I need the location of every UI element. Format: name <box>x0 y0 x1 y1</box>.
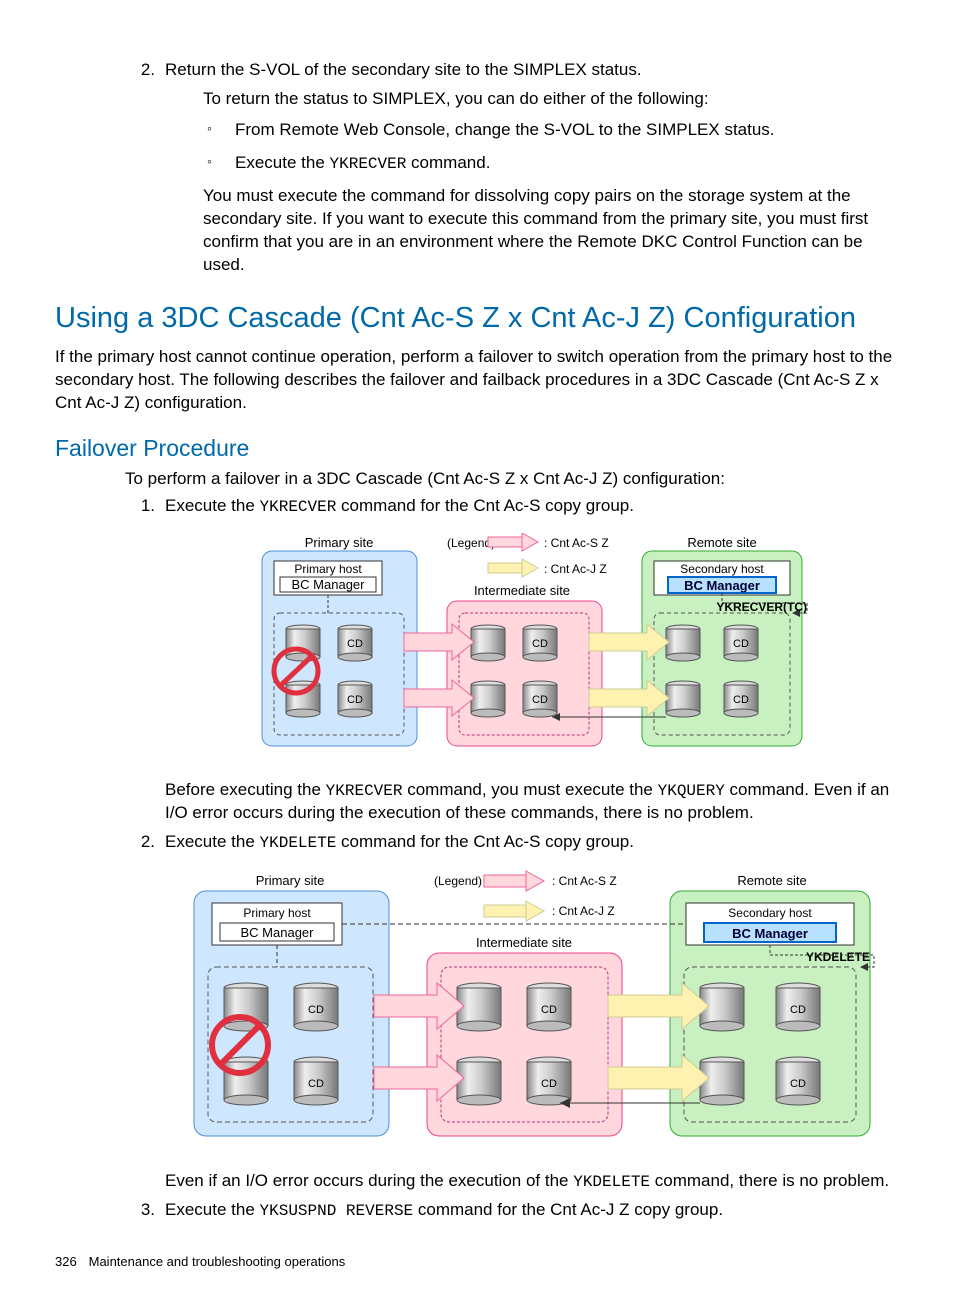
aa-c1: YKRECVER <box>326 782 403 800</box>
prev-step-2: 2. Return the S-VOL of the secondary sit… <box>125 59 899 277</box>
d2-sec-host: Secondary host <box>728 906 812 920</box>
proc-intro: To perform a failover in a 3DC Cascade (… <box>125 468 899 491</box>
aa-a: Before executing the <box>165 780 326 799</box>
d1-remote-site: Remote site <box>687 535 756 550</box>
after-step1: Before executing the YKRECVER command, y… <box>165 779 899 826</box>
subsection-heading: Failover Procedure <box>55 433 899 464</box>
d2-cmd: YKDELETE <box>806 950 870 964</box>
sa-cmd: YKRECVER <box>260 498 337 516</box>
svg-text:CD: CD <box>541 1078 557 1090</box>
d1-bc1: BC Manager <box>292 577 366 592</box>
sa-a: Execute the <box>165 496 260 515</box>
aa-c2: YKQUERY <box>658 782 725 800</box>
page-footer: 326 Maintenance and troubleshooting oper… <box>55 1253 899 1271</box>
d2-bc2: BC Manager <box>732 926 808 941</box>
diagram-svg-2: Primary site Primary host BC Manager CD … <box>182 869 882 1149</box>
d1-primary-site: Primary site <box>305 535 374 550</box>
d1-primary-host: Primary host <box>294 562 362 576</box>
svg-text:CD: CD <box>347 638 363 650</box>
failover-steps: 1. Execute the YKRECVER command for the … <box>55 495 899 1223</box>
d1-bc2: BC Manager <box>684 578 760 593</box>
prev-list: 2. Return the S-VOL of the secondary sit… <box>55 59 899 277</box>
d1-sec-host: Secondary host <box>680 562 764 576</box>
sb-cmd: YKDELETE <box>260 834 337 852</box>
svg-text:CD: CD <box>790 1078 806 1090</box>
step-number: 2. <box>125 831 155 854</box>
svg-text:CD: CD <box>541 1004 557 1016</box>
page: 2. Return the S-VOL of the secondary sit… <box>0 0 954 1300</box>
d2-primary-host: Primary host <box>243 906 311 920</box>
svg-text:CD: CD <box>347 694 363 706</box>
section-heading: Using a 3DC Cascade (Cnt Ac-S Z x Cnt Ac… <box>55 299 899 338</box>
d2-remote-site: Remote site <box>737 873 806 888</box>
sa-b: command for the Cnt Ac-S copy group. <box>336 496 634 515</box>
svg-text:CD: CD <box>733 694 749 706</box>
step2-sub1: To return the status to SIMPLEX, you can… <box>203 88 899 111</box>
ab-cmd: YKDELETE <box>573 1173 650 1191</box>
sc-a: Execute the <box>165 1200 260 1219</box>
step-lead: Return the S-VOL of the secondary site t… <box>165 60 642 79</box>
d1-cntacs: : Cnt Ac-S Z <box>544 536 609 550</box>
diagram-svg-1: Primary site Primary host BC Manager CD … <box>252 533 812 758</box>
d2-cntacj: : Cnt Ac-J Z <box>552 904 615 918</box>
sc-cmd: YKSUSPND REVERSE <box>260 1202 414 1220</box>
d2-primary-site: Primary site <box>256 873 325 888</box>
step-number: 3. <box>125 1199 155 1222</box>
d2-cntacs: : Cnt Ac-S Z <box>552 874 617 888</box>
step2-sub: To return the status to SIMPLEX, you can… <box>203 88 899 277</box>
footer-title: Maintenance and troubleshooting operatio… <box>89 1254 346 1269</box>
b2b: command. <box>406 153 490 172</box>
b2a: Execute the <box>235 153 330 172</box>
svg-text:CD: CD <box>532 694 548 706</box>
d1-cntacj: : Cnt Ac-J Z <box>544 562 607 576</box>
svg-text:CD: CD <box>532 638 548 650</box>
step2-bullets: From Remote Web Console, change the S-VO… <box>203 119 899 176</box>
ykrecver-code: YKRECVER <box>330 155 407 173</box>
diagram-ykrecver: Primary site Primary host BC Manager CD … <box>252 533 812 765</box>
d1-cmd: YKRECVER(TC) <box>716 600 807 614</box>
d2-bc1: BC Manager <box>241 925 315 940</box>
d2-intermediate: Intermediate site <box>476 935 572 950</box>
d1-intermediate: Intermediate site <box>474 583 570 598</box>
sb-b: command for the Cnt Ac-S copy group. <box>336 832 634 851</box>
d2-legend: (Legend) <box>434 874 482 888</box>
sc-b: command for the Cnt Ac-J Z copy group. <box>413 1200 723 1219</box>
failover-step-1: 1. Execute the YKRECVER command for the … <box>125 495 899 825</box>
svg-text:CD: CD <box>733 638 749 650</box>
after-step2: Even if an I/O error occurs during the e… <box>165 1170 899 1194</box>
ab-a: Even if an I/O error occurs during the e… <box>165 1171 573 1190</box>
failover-step-2: 2. Execute the YKDELETE command for the … <box>125 831 899 1193</box>
sb-a: Execute the <box>165 832 260 851</box>
svg-text:CD: CD <box>308 1078 324 1090</box>
svg-text:CD: CD <box>790 1004 806 1016</box>
svg-text:CD: CD <box>308 1004 324 1016</box>
step2-bullet2: Execute the YKRECVER command. <box>203 152 899 176</box>
step2-bullet1: From Remote Web Console, change the S-VO… <box>203 119 899 142</box>
ab-b: command, there is no problem. <box>650 1171 889 1190</box>
page-number: 326 <box>55 1253 85 1271</box>
aa-b: command, you must execute the <box>402 780 657 799</box>
diagram-ykdelete: Primary site Primary host BC Manager CD … <box>182 869 882 1156</box>
failover-step-3: 3. Execute the YKSUSPND REVERSE command … <box>125 1199 899 1223</box>
step2-sub2: You must execute the command for dissolv… <box>203 185 899 277</box>
step-number: 2. <box>125 59 155 82</box>
section-intro: If the primary host cannot continue oper… <box>55 346 899 415</box>
step-number: 1. <box>125 495 155 518</box>
